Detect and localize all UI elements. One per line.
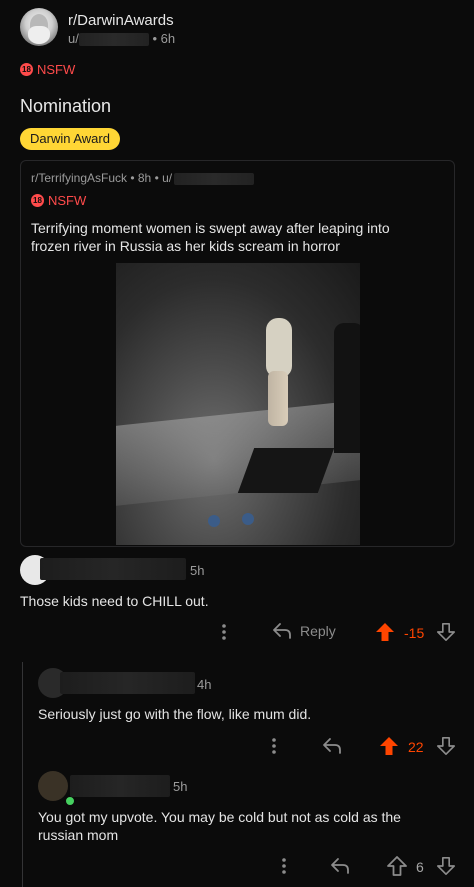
crosspost-card[interactable]: r/TerrifyingAsFuck • 8h • u/ 18 NSFW Ter…: [20, 160, 455, 547]
author-prefix[interactable]: u/: [68, 31, 79, 46]
post-time: • 6h: [152, 31, 176, 46]
post-title[interactable]: Nomination: [20, 96, 111, 117]
downvote-icon[interactable]: [436, 736, 456, 756]
subreddit-name[interactable]: r/DarwinAwards: [68, 12, 174, 29]
thread-line[interactable]: [22, 662, 23, 887]
author-redacted: [78, 33, 149, 47]
comment-text: Seriously just go with the flow, like mu…: [38, 706, 312, 722]
reply-label: Reply: [300, 623, 336, 639]
comment-author-redacted[interactable]: [60, 672, 195, 694]
comment-time: 5h: [190, 563, 205, 578]
nsfw-label: NSFW: [48, 193, 87, 208]
downvote-icon[interactable]: [436, 856, 456, 876]
upvote-icon[interactable]: [386, 856, 408, 876]
reply-button[interactable]: Reply: [272, 622, 336, 640]
crosspost-meta: r/TerrifyingAsFuck • 8h • u/: [31, 171, 255, 185]
upvote-icon[interactable]: [378, 736, 400, 756]
post-author-line: u/ • 6h: [68, 31, 176, 47]
comment-score: 6: [416, 859, 424, 875]
reply-arrow-icon[interactable]: [330, 857, 350, 875]
nsfw-18-icon: 18: [31, 194, 44, 207]
comment-time: 4h: [197, 677, 212, 692]
reply-arrow-icon[interactable]: [322, 737, 342, 755]
nsfw-label: NSFW: [37, 62, 76, 77]
comment-author-redacted[interactable]: [40, 558, 186, 580]
comment-time: 5h: [173, 779, 188, 794]
crosspost-title[interactable]: Terrifying moment women is swept away af…: [31, 219, 431, 255]
post-flair[interactable]: Darwin Award: [20, 128, 120, 150]
more-vertical-icon[interactable]: [276, 856, 292, 876]
downvote-icon[interactable]: [436, 622, 456, 642]
comment-author-redacted[interactable]: [70, 775, 170, 797]
comment-avatar[interactable]: [38, 771, 68, 801]
subreddit-avatar[interactable]: [20, 8, 58, 46]
nsfw-18-icon: 18: [20, 63, 33, 76]
comment-score: 22: [408, 739, 424, 755]
more-vertical-icon[interactable]: [266, 736, 282, 756]
comment-score: -15: [404, 625, 425, 641]
upvote-icon[interactable]: [374, 622, 396, 642]
crosspost-meta-text: r/TerrifyingAsFuck • 8h • u/: [31, 171, 173, 185]
reply-arrow-icon: [272, 622, 292, 640]
crosspost-nsfw-tag: 18 NSFW: [31, 193, 86, 208]
more-vertical-icon[interactable]: [216, 622, 232, 642]
comment-text: Those kids need to CHILL out.: [20, 593, 209, 609]
crosspost-author-redacted: [174, 172, 255, 185]
crosspost-video-thumbnail[interactable]: [116, 263, 360, 545]
nsfw-tag: 18 NSFW: [20, 62, 75, 77]
comment-text: You got my upvote. You may be cold but n…: [38, 809, 401, 843]
